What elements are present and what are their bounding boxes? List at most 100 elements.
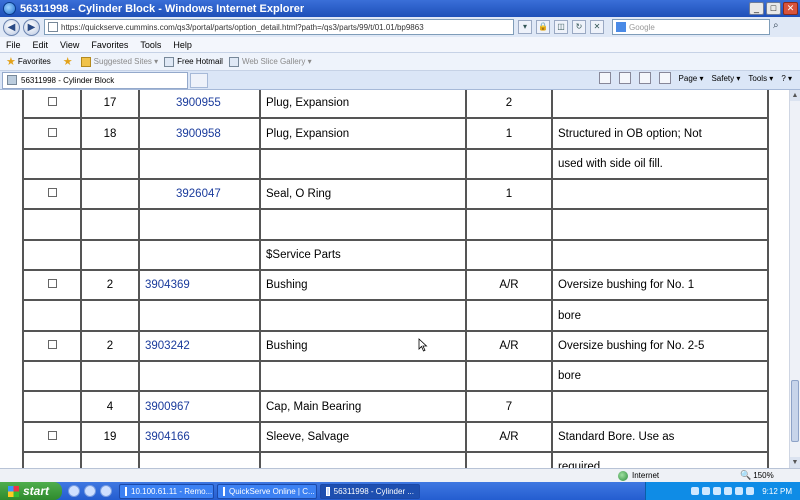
task-cylinder-block[interactable]: 56311998 - Cylinder ... <box>320 483 420 499</box>
quick-launch-desktop-icon[interactable] <box>84 485 96 497</box>
select-cell <box>22 117 82 150</box>
feeds-icon[interactable] <box>618 72 631 84</box>
suggested-sites-label: Suggested Sites ▾ <box>93 57 159 66</box>
back-button[interactable]: ◀ <box>3 18 20 36</box>
part-number-link[interactable]: 3900967 <box>145 401 190 413</box>
part-number-link[interactable]: 3900955 <box>176 97 221 109</box>
forward-button[interactable]: ▶ <box>23 18 40 36</box>
security-zone[interactable]: Internet <box>618 470 659 481</box>
search-icon[interactable]: ⌕ <box>773 20 787 34</box>
task-label: 10.100.61.11 - Remo... <box>131 486 213 496</box>
menu-tools[interactable]: Tools <box>134 40 167 50</box>
scroll-thumb[interactable] <box>791 380 799 442</box>
row-checkbox[interactable] <box>47 188 57 198</box>
row-checkbox[interactable] <box>47 127 57 137</box>
zoom-control[interactable]: 🔍 150% <box>740 470 774 481</box>
menu-edit[interactable]: Edit <box>27 40 55 50</box>
part-number-link[interactable]: 3904369 <box>145 279 190 291</box>
tray-security-icon[interactable] <box>713 487 722 495</box>
remarks-cell <box>551 208 769 241</box>
menu-favorites[interactable]: Favorites <box>85 40 134 50</box>
ref-number-cell <box>80 208 140 241</box>
row-checkbox[interactable] <box>47 430 57 440</box>
system-tray: 9:12 PM <box>645 482 800 500</box>
quantity-cell <box>465 208 553 241</box>
refresh-icon[interactable]: ↻ <box>572 20 586 34</box>
part-number-link[interactable]: 3904166 <box>145 431 190 443</box>
part-number-link[interactable]: 3900958 <box>176 128 221 140</box>
vertical-scrollbar[interactable]: ▲ ▼ <box>789 90 800 468</box>
part-number-link[interactable]: 3926047 <box>176 188 221 200</box>
part-number-link[interactable]: 3903242 <box>145 340 190 352</box>
tray-network-icon[interactable] <box>691 487 700 495</box>
ie-task-icon <box>326 486 330 496</box>
compatibility-icon[interactable]: ◫ <box>554 20 568 34</box>
ref-number-cell: 2 <box>80 269 140 302</box>
remarks: bore <box>558 370 582 383</box>
quick-launch-ie-icon[interactable] <box>68 485 80 497</box>
home-icon[interactable] <box>598 72 611 84</box>
part-number-cell: 3903242 <box>138 329 261 363</box>
scroll-down-button[interactable]: ▼ <box>790 457 800 468</box>
web-slice-gallery-link[interactable]: Web Slice Gallery ▾ <box>228 56 312 67</box>
description-cell: Sleeve, Salvage <box>259 420 467 454</box>
ref-number: 19 <box>103 430 117 443</box>
remarks: required. <box>558 461 604 468</box>
row-checkbox[interactable] <box>47 97 57 107</box>
ie-task-icon <box>223 486 225 496</box>
tray-update-icon[interactable] <box>724 487 733 495</box>
description-cell: Bushing <box>259 269 467 302</box>
select-cell <box>22 451 82 468</box>
free-hotmail-link[interactable]: Free Hotmail <box>164 56 223 67</box>
quantity-cell: 1 <box>465 178 553 211</box>
part-description: Seal, O Ring <box>266 188 332 201</box>
print-icon[interactable] <box>658 72 671 84</box>
safety-menu[interactable]: Safety ▾ <box>711 74 740 83</box>
mail-icon[interactable] <box>638 72 651 84</box>
tools-menu[interactable]: Tools ▾ <box>748 74 773 83</box>
url-text: https://quickserve.cummins.com/qs3/porta… <box>61 22 424 32</box>
new-tab-button[interactable] <box>190 72 208 88</box>
remarks-cell: Oversize bushing for No. 2-5 <box>551 329 769 363</box>
menu-file[interactable]: File <box>0 40 27 50</box>
search-input[interactable]: Google <box>612 19 770 35</box>
quick-launch-media-icon[interactable] <box>100 485 112 497</box>
favorites-button[interactable]: ★ Favorites <box>6 55 51 68</box>
url-input[interactable]: https://quickserve.cummins.com/qs3/porta… <box>44 19 514 35</box>
page-menu[interactable]: Page ▾ <box>679 74 704 83</box>
ref-number-cell <box>80 147 140 181</box>
menu-help[interactable]: Help <box>167 40 198 50</box>
menu-bar: File Edit View Favorites Tools Help <box>0 37 800 53</box>
table-row: 17 3900955 Plug, Expansion 2 <box>22 90 769 120</box>
tray-antivirus-icon[interactable] <box>735 487 744 495</box>
add-favorite-button[interactable]: ★ <box>63 55 75 68</box>
part-description: Bushing <box>266 339 308 352</box>
page-icon <box>48 22 58 32</box>
tray-misc-icon[interactable] <box>746 487 755 495</box>
tab-cylinder-block[interactable]: 56311998 - Cylinder Block <box>2 71 188 89</box>
stop-icon[interactable]: ✕ <box>590 20 604 34</box>
table-row: 19 3904166 Sleeve, Salvage A/R Standard Bore… <box>22 420 769 454</box>
table-row: 2 3903242 Bushing A/R Oversize bushing for N… <box>22 329 769 363</box>
help-menu[interactable]: ? ▾ <box>781 74 792 83</box>
scroll-up-button[interactable]: ▲ <box>790 90 800 101</box>
menu-view[interactable]: View <box>54 40 85 50</box>
maximize-button[interactable]: □ <box>766 2 781 15</box>
row-checkbox[interactable] <box>47 339 57 349</box>
tray-volume-icon[interactable] <box>702 487 711 495</box>
lock-icon[interactable]: 🔒 <box>536 20 550 34</box>
table-row: $Service Parts <box>22 238 769 272</box>
dropdown-icon[interactable]: ▾ <box>518 20 532 34</box>
search-placeholder: Google <box>629 22 655 32</box>
row-checkbox[interactable] <box>47 279 57 289</box>
suggested-sites-link[interactable]: Suggested Sites ▾ <box>80 56 159 67</box>
web-slice-icon <box>228 56 239 67</box>
start-button[interactable]: start <box>0 482 62 500</box>
mouse-cursor-icon <box>418 338 428 352</box>
minimize-button[interactable]: _ <box>749 2 764 15</box>
ref-number: 18 <box>103 127 117 140</box>
part-description: Cap, Main Bearing <box>266 400 362 413</box>
close-window-button[interactable]: ✕ <box>783 2 798 15</box>
task-remote-desktop[interactable]: 10.100.61.11 - Remo... <box>119 483 214 499</box>
task-quickserve[interactable]: QuickServe Online | C... <box>217 483 317 499</box>
